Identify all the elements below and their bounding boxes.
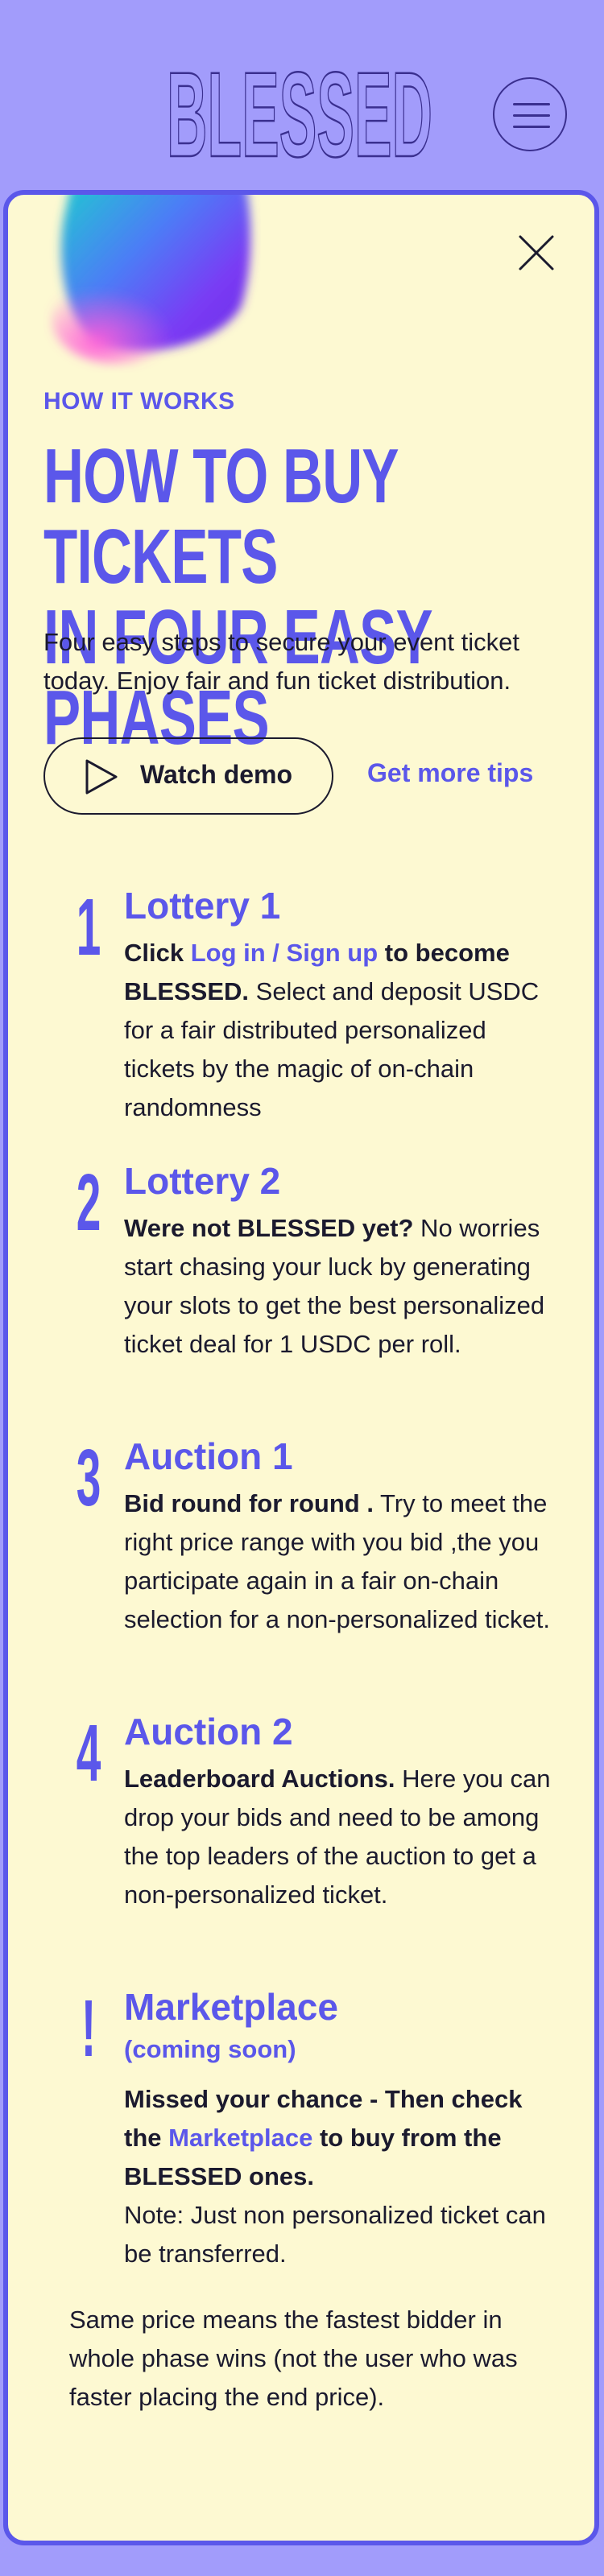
transfer-note: Note: Just non personalized ticket can b… <box>124 2201 546 2268</box>
step-title: Lottery 1 <box>124 885 281 927</box>
watch-demo-label: Watch demo <box>140 760 293 789</box>
step-title: Lottery 2 <box>124 1160 281 1202</box>
get-more-tips-link[interactable]: Get more tips <box>367 758 533 788</box>
coming-soon-label: (coming soon) <box>124 2035 296 2063</box>
blessed-logo[interactable]: BLESSED <box>161 56 439 169</box>
step-number: 2 <box>76 1158 101 1248</box>
page-title-line-1: HOW TO BUY TICKETS <box>43 433 398 600</box>
step-title: Auction 1 <box>124 1435 293 1477</box>
top-bar: BLESSED <box>0 0 604 190</box>
step-number: 1 <box>76 882 101 972</box>
gradient-blob-graphic <box>52 195 251 364</box>
step-number: 4 <box>76 1708 101 1798</box>
step-description: Click Log in / Sign up to become BLESSED… <box>124 939 540 1121</box>
eyebrow-label: HOW IT WORKS <box>43 388 235 415</box>
step-description: Were not BLESSED yet? No worries start c… <box>124 1214 545 1358</box>
intro-text: Four easy steps to secure your event tic… <box>43 628 519 695</box>
how-it-works-panel: HOW IT WORKS HOW TO BUY TICKETS IN FOUR … <box>3 190 599 2545</box>
menu-button[interactable] <box>493 77 567 151</box>
close-icon[interactable] <box>515 232 557 274</box>
step-description: Missed your chance - Then check the Mark… <box>124 2085 546 2268</box>
step-description: Leaderboard Auctions. Here you can drop … <box>124 1765 551 1909</box>
svg-text:BLESSED: BLESSED <box>167 56 432 169</box>
step-title: Marketplace <box>124 1986 338 2028</box>
step-description: Bid round for round . Try to meet the ri… <box>124 1489 551 1633</box>
play-icon <box>85 759 118 795</box>
login-signup-link[interactable]: Log in / Sign up <box>191 939 378 967</box>
step-number: 3 <box>76 1433 101 1523</box>
hamburger-icon <box>513 103 550 105</box>
watch-demo-button[interactable]: Watch demo <box>43 737 333 815</box>
step-exclamation: ! <box>81 1984 97 2074</box>
step-title: Auction 2 <box>124 1711 293 1752</box>
marketplace-link[interactable]: Marketplace <box>168 2124 312 2152</box>
footnote-text: Same price means the fastest bidder in w… <box>69 2306 518 2411</box>
page-title: HOW TO BUY TICKETS IN FOUR EASY PHASES <box>43 436 565 758</box>
